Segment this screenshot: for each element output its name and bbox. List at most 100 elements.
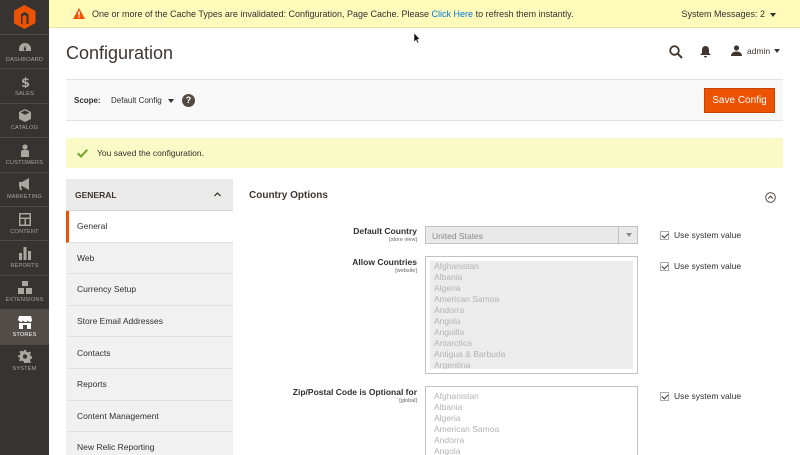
nav-item-reports[interactable]: REPORTS (0, 240, 49, 274)
allow-countries-multiselect[interactable]: Afghanistan Albania Algeria American Samoa A… (425, 256, 638, 374)
zip-optional-multiselect[interactable]: Afghanistan Albania Algeria American Samoa A… (425, 386, 638, 455)
scope-hint: [website] (395, 268, 417, 274)
country-option[interactable]: Algeria (430, 413, 633, 424)
dollar-icon: $ (17, 75, 33, 88)
country-option[interactable]: Antarctica (430, 338, 633, 349)
magento-logo[interactable] (0, 0, 49, 34)
default-country-use-system[interactable]: Use system value (660, 230, 741, 240)
tab-web[interactable]: Web (66, 242, 233, 275)
nav-label: DASHBOARD (5, 56, 44, 63)
country-option[interactable]: American Samoa (430, 424, 633, 435)
nav-item-extensions[interactable]: EXTENSIONS (0, 274, 49, 309)
country-option[interactable]: Afghanistan (430, 261, 633, 272)
blocks-icon (17, 281, 33, 295)
nav-item-marketing[interactable]: MARKETING (0, 171, 49, 206)
user-icon (731, 45, 742, 56)
caret-down-icon (770, 12, 776, 17)
tab-contacts[interactable]: Contacts (66, 337, 233, 369)
country-option[interactable]: Afghanistan (430, 391, 633, 402)
allow-countries-label: Allow Countries [website] (352, 257, 417, 274)
click-here-link[interactable]: Click Here (432, 9, 474, 19)
page-title: Configuration (66, 43, 174, 63)
nav-label: REPORTS (10, 263, 39, 270)
store-icon (17, 315, 33, 329)
nav-item-sales[interactable]: $ SALES (0, 68, 49, 102)
success-message: You saved the configuration. (66, 138, 783, 168)
nav-label: CUSTOMERS (5, 159, 44, 166)
tab-group-general[interactable]: GENERAL (66, 179, 233, 211)
success-text: You saved the configuration. (97, 148, 204, 158)
allow-countries-use-system[interactable]: Use system value (660, 261, 741, 271)
country-option[interactable]: Albania (430, 402, 633, 413)
allow-countries-options: Afghanistan Albania Algeria American Samoa A… (430, 261, 633, 369)
scope-switcher[interactable]: Default Config (111, 96, 174, 105)
tab-new-relic-reporting[interactable]: New Relic Reporting (66, 432, 233, 455)
person-icon (17, 144, 33, 157)
megaphone-icon (17, 178, 33, 191)
nav-item-catalog[interactable]: CATALOG (0, 102, 49, 137)
collapse-section-icon[interactable] (765, 192, 776, 203)
help-icon[interactable]: ? (182, 94, 195, 107)
tab-reports[interactable]: Reports (66, 368, 233, 401)
cache-notice-bar: One or more of the Cache Types are inval… (49, 0, 800, 28)
use-system-label: Use system value (674, 391, 742, 401)
country-option[interactable]: Algeria (430, 283, 633, 294)
country-option[interactable]: Andorra (430, 305, 633, 316)
nav-item-dashboard[interactable]: DASHBOARD (0, 34, 49, 68)
use-system-checkbox[interactable] (660, 230, 669, 240)
admin-user-menu[interactable]: admin (731, 45, 781, 56)
caret-down-icon (774, 48, 781, 53)
scope-hint: [global] (399, 398, 417, 404)
dashboard-icon (17, 41, 33, 54)
country-option[interactable]: Albania (430, 272, 633, 283)
country-option[interactable]: Anguilla (430, 327, 633, 338)
country-option[interactable]: Antigua & Barbuda (430, 349, 633, 360)
tab-currency-setup[interactable]: Currency Setup (66, 274, 233, 306)
notice-text: One or more of the Cache Types are inval… (92, 8, 574, 19)
section-title-country-options[interactable]: Country Options (249, 190, 328, 201)
country-option[interactable]: Angola (430, 446, 633, 455)
use-system-checkbox[interactable] (660, 391, 669, 401)
gear-icon (17, 350, 33, 364)
chevron-up-icon (214, 192, 221, 197)
nav-item-content[interactable]: CONTENT (0, 205, 49, 240)
caret-down-icon (167, 98, 174, 103)
zip-optional-use-system[interactable]: Use system value (660, 391, 741, 401)
tab-general[interactable]: General (66, 211, 233, 243)
zip-optional-options: Afghanistan Albania Algeria American Samoa A… (430, 391, 633, 455)
zip-optional-label: Zip/Postal Code is Optional for [global] (292, 387, 417, 404)
nav-label: EXTENSIONS (5, 297, 44, 304)
nav-item-customers[interactable]: CUSTOMERS (0, 137, 49, 171)
scope-hint: [store view] (389, 237, 417, 243)
scope-label: Scope: (74, 96, 101, 105)
nav-label: STORES (12, 331, 37, 338)
nav-item-system[interactable]: SYSTEM (0, 343, 49, 378)
save-config-button[interactable]: Save Config (704, 88, 775, 113)
bell-icon[interactable] (700, 46, 711, 58)
svg-text:$: $ (21, 76, 30, 88)
layout-icon (17, 212, 33, 226)
admin-sidebar: DASHBOARD $ SALES CATALOG CUSTOMERS MARK… (0, 0, 49, 455)
warning-icon (73, 8, 85, 19)
bar-chart-icon (17, 247, 33, 261)
nav-label: SYSTEM (12, 366, 37, 373)
nav-item-stores[interactable]: STORES (0, 309, 49, 344)
default-country-select[interactable]: United States (425, 226, 638, 244)
search-icon[interactable] (669, 45, 683, 59)
use-system-label: Use system value (674, 230, 742, 240)
checkmark-icon (77, 148, 88, 158)
country-option[interactable]: Andorra (430, 435, 633, 446)
use-system-checkbox[interactable] (660, 261, 669, 271)
use-system-label: Use system value (674, 261, 742, 271)
nav-label: CONTENT (10, 228, 39, 235)
tab-content-management[interactable]: Content Management (66, 400, 233, 433)
tab-store-email-addresses[interactable]: Store Email Addresses (66, 305, 233, 338)
cube-icon (17, 109, 33, 123)
country-option[interactable]: Argentina (430, 360, 633, 369)
country-option[interactable]: American Samoa (430, 294, 633, 305)
system-messages-toggle[interactable]: System Messages: 2 (681, 9, 776, 19)
magento-logo-icon (13, 5, 36, 29)
select-arrow-icon (618, 227, 637, 243)
country-option[interactable]: Angola (430, 316, 633, 327)
nav-label: SALES (14, 91, 35, 98)
